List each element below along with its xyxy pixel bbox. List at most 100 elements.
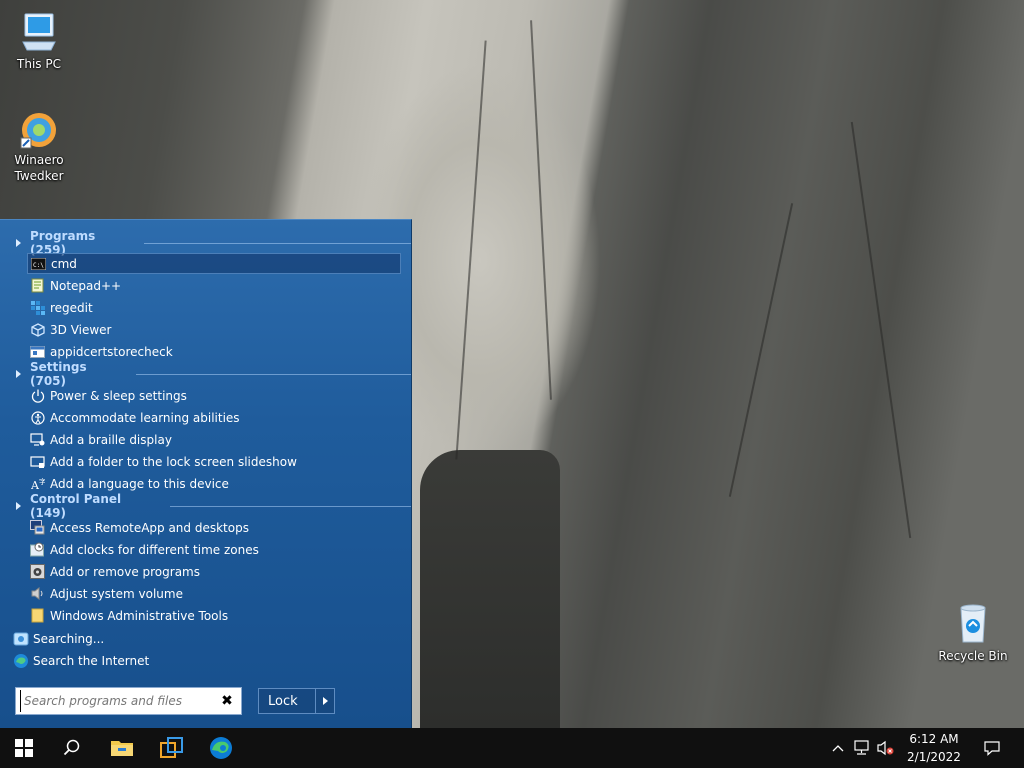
taskbar-edge[interactable]	[197, 728, 245, 768]
start-menu: Programs (259) C:\ cmd Notepad++ regedit…	[0, 219, 412, 728]
winaero-tweaker-icon	[20, 113, 56, 149]
item-label: Windows Administrative Tools	[50, 608, 229, 623]
volume-button[interactable]	[874, 728, 896, 768]
lock-label: Lock	[268, 693, 298, 709]
programs-icon	[30, 564, 45, 579]
item-label: Add a folder to the lock screen slidesho…	[50, 454, 297, 469]
result-item-add-remove-programs[interactable]: Add or remove programs	[27, 561, 401, 582]
group-header-settings[interactable]: Settings (705)	[16, 360, 411, 388]
desktop-icon-label: This PC	[17, 57, 61, 71]
result-item-remoteapp[interactable]: Access RemoteApp and desktops	[27, 517, 401, 538]
item-label: appidcertstorecheck	[50, 344, 173, 359]
chevron-right-icon	[322, 697, 328, 705]
item-label: Accommodate learning abilities	[50, 410, 240, 425]
result-item-notepadpp[interactable]: Notepad++	[27, 275, 401, 296]
item-label: Access RemoteApp and desktops	[50, 520, 249, 535]
power-icon	[30, 388, 45, 403]
item-label: Adjust system volume	[50, 586, 183, 601]
network-icon	[854, 740, 869, 755]
result-item-adjust-volume[interactable]: Adjust system volume	[27, 583, 401, 604]
taskbar-app[interactable]	[148, 728, 196, 768]
group-divider	[135, 373, 411, 375]
item-label: Add clocks for different time zones	[50, 542, 259, 557]
search-input[interactable]	[20, 690, 210, 712]
result-item-add-language[interactable]: A字 Add a language to this device	[27, 473, 401, 494]
group-divider	[144, 242, 411, 244]
result-item-accommodate-learning[interactable]: Accommodate learning abilities	[27, 407, 401, 428]
file-explorer-icon	[111, 741, 133, 756]
lock-button[interactable]: Lock	[258, 688, 316, 714]
notification-icon	[984, 741, 1000, 756]
desktop-icon-winaero-tweaker[interactable]: Winaero Twedker	[2, 110, 76, 184]
show-hidden-icons-button[interactable]	[828, 728, 848, 768]
item-label: Power & sleep settings	[50, 388, 187, 403]
taskbar-clock[interactable]: 6:12 AM 2/1/2022	[896, 730, 972, 766]
search-internet-link[interactable]: Search the Internet	[13, 651, 149, 671]
result-item-appidcertstorecheck[interactable]: appidcertstorecheck	[27, 341, 401, 362]
desktop-icon-recycle-bin[interactable]: Recycle Bin	[936, 602, 1010, 664]
searching-label: Searching...	[33, 632, 105, 646]
lock-screen-icon	[30, 454, 45, 469]
braille-display-icon	[30, 432, 45, 447]
item-label: 3D Viewer	[50, 322, 112, 337]
group-title: Control Panel (149)	[30, 492, 122, 520]
remoteapp-icon	[30, 520, 45, 535]
volume-muted-icon	[877, 740, 894, 756]
item-label: Add or remove programs	[50, 564, 200, 579]
wallpaper-rock-shadow	[420, 450, 560, 728]
notifications-button[interactable]	[978, 728, 1006, 768]
clear-search-button[interactable]: ✖	[219, 693, 235, 709]
volume-icon	[30, 586, 45, 601]
expand-caret-icon	[16, 502, 21, 510]
taskbar-file-explorer[interactable]	[98, 728, 146, 768]
app-window-icon	[30, 344, 45, 359]
expand-caret-icon	[16, 239, 21, 247]
group-header-control-panel[interactable]: Control Panel (149)	[16, 492, 411, 520]
desktop-icon-this-pc[interactable]: This PC	[2, 12, 76, 72]
edge-icon	[14, 654, 28, 668]
searching-icon	[13, 632, 29, 646]
item-label: cmd	[51, 256, 77, 271]
result-item-admin-tools[interactable]: Windows Administrative Tools	[27, 605, 401, 626]
start-button[interactable]	[0, 728, 48, 768]
taskbar: 6:12 AM 2/1/2022	[0, 728, 1024, 768]
edge-icon	[210, 737, 232, 759]
language-icon: A字	[30, 476, 45, 491]
desktop-icon-label: Winaero Twedker	[14, 153, 64, 183]
search-icon	[63, 739, 80, 756]
result-item-power-sleep[interactable]: Power & sleep settings	[27, 385, 401, 406]
result-item-braille-display[interactable]: Add a braille display	[27, 429, 401, 450]
result-item-cmd[interactable]: C:\ cmd	[27, 253, 401, 274]
result-item-add-clocks[interactable]: Add clocks for different time zones	[27, 539, 401, 560]
svg-text:字: 字	[39, 477, 45, 486]
item-label: Notepad++	[50, 278, 122, 293]
3d-viewer-icon	[30, 322, 45, 337]
result-item-lock-screen-slideshow[interactable]: Add a folder to the lock screen slidesho…	[27, 451, 401, 472]
group-header-programs[interactable]: Programs (259)	[16, 229, 411, 257]
search-internet-label: Search the Internet	[33, 654, 150, 668]
result-item-3d-viewer[interactable]: 3D Viewer	[27, 319, 401, 340]
clock-icon	[30, 542, 45, 557]
taskbar-search-button[interactable]	[48, 728, 96, 768]
item-label: regedit	[50, 300, 93, 315]
expand-caret-icon	[16, 370, 21, 378]
clock-time: 6:12 AM	[909, 732, 959, 746]
network-status-button[interactable]	[850, 728, 874, 768]
chevron-up-icon	[832, 745, 844, 752]
regedit-icon	[30, 300, 45, 315]
result-item-regedit[interactable]: regedit	[27, 297, 401, 318]
power-options-arrow-button[interactable]	[315, 688, 335, 714]
item-label: Add a language to this device	[50, 476, 229, 491]
ease-of-access-icon	[30, 410, 45, 425]
group-divider	[170, 505, 411, 507]
group-title: Settings (705)	[30, 360, 87, 388]
search-box[interactable]: ✖	[15, 687, 242, 715]
cmd-icon: C:\	[31, 256, 46, 271]
recycle-bin-icon	[960, 604, 986, 643]
clock-date: 2/1/2022	[907, 750, 961, 764]
start-icon	[15, 739, 33, 757]
searching-status: Searching...	[13, 629, 104, 649]
folder-icon	[30, 608, 45, 623]
svg-text:C:\: C:\	[33, 262, 44, 269]
notepadpp-icon	[30, 278, 45, 293]
